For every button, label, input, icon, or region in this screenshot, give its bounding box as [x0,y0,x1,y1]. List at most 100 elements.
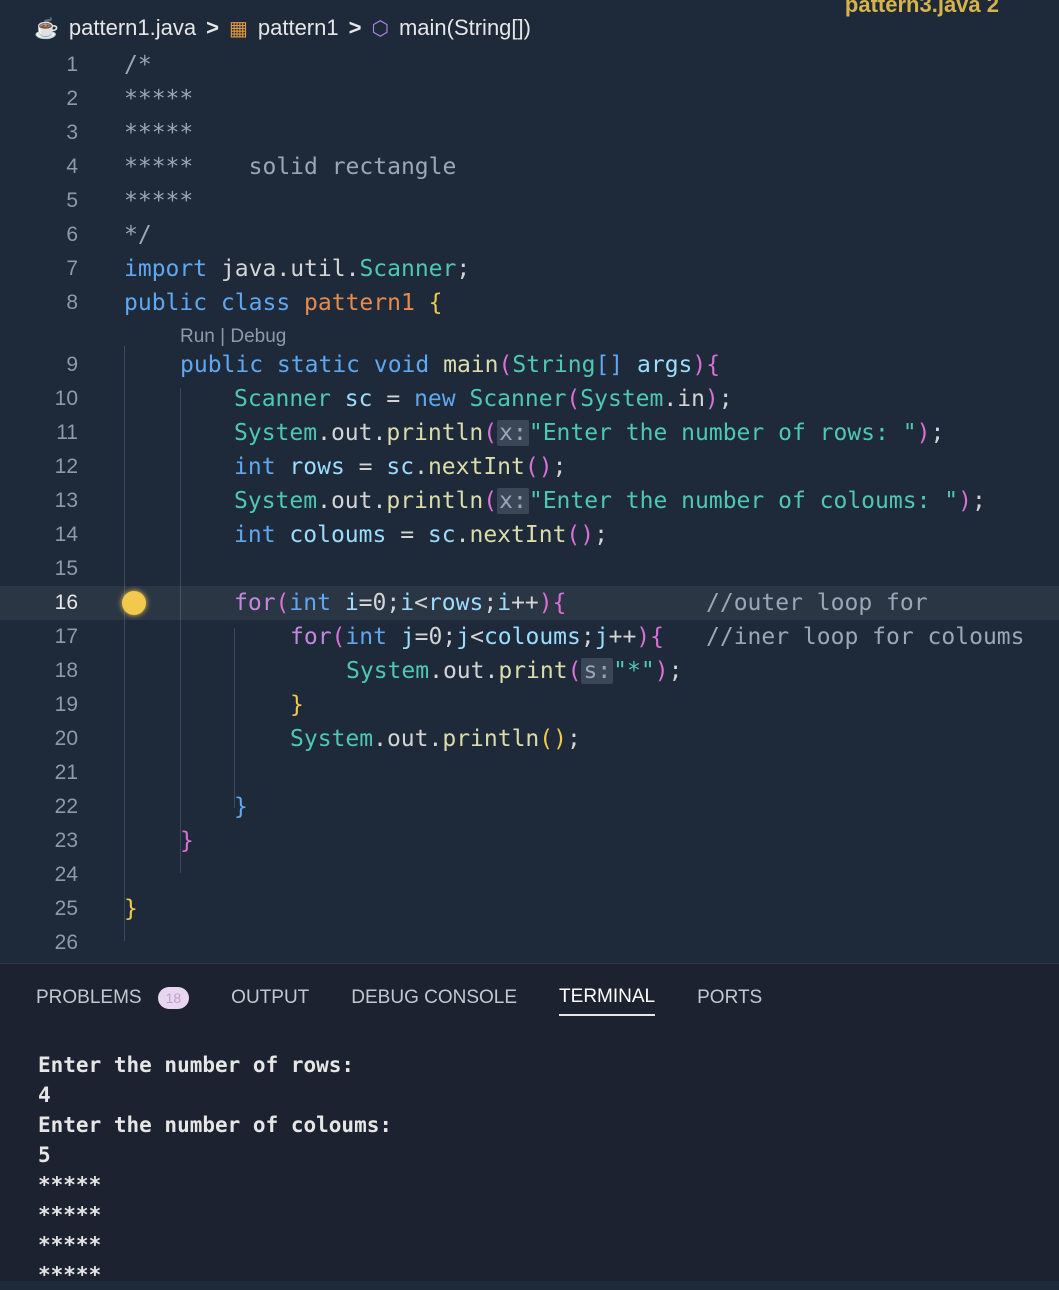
line-number: 21 [54,761,78,784]
code-line[interactable]: 3 ***** [0,116,1059,150]
code-line[interactable]: 24 [0,858,1059,892]
line-number: 8 [66,291,78,314]
line-number: 18 [54,659,78,682]
code-text: ***** solid rectangle [124,154,457,180]
line-number: 9 [66,353,78,376]
code-line[interactable]: 26 [0,926,1059,960]
code-text: ***** [124,188,194,214]
java-icon: ☕ [34,17,59,40]
terminal-line: ***** [38,1203,102,1227]
code-text: import java.util.Scanner; [124,256,471,282]
code-text: Scanner sc = new Scanner(System.in); [234,386,733,412]
terminal-line: 5 [38,1143,51,1167]
code-line[interactable]: 23 } [0,824,1059,858]
problems-count-badge: 18 [157,986,190,1009]
code-text: } [234,794,248,820]
code-line[interactable]: 19 } [0,688,1059,722]
breadcrumb-class[interactable]: pattern1 [258,15,339,41]
code-text: } [124,896,138,922]
tab-debug-console[interactable]: DEBUG CONSOLE [351,987,517,1015]
tab-problems[interactable]: PROBLEMS 18 [36,986,190,1015]
code-line[interactable]: 6 */ [0,218,1059,252]
code-text: System.out.println(x:"Enter the number o… [234,488,986,514]
code-line[interactable]: 14 int coloums = sc.nextInt(); [0,518,1059,552]
code-line[interactable]: 4 ***** solid rectangle [0,150,1059,184]
code-text: for(int i=0;i<rows;i++){ [234,590,567,616]
code-text: int rows = sc.nextInt(); [234,454,567,480]
code-line[interactable]: 1 /* [0,48,1059,82]
line-number: 5 [66,189,78,212]
code-line[interactable]: 17 for(int j=0;j<coloums;j++){ //iner lo… [0,620,1059,654]
tab-output[interactable]: OUTPUT [231,987,309,1015]
code-line[interactable]: 21 [0,756,1059,790]
breadcrumb-method[interactable]: main(String[]) [399,15,531,41]
code-line[interactable]: 20 System.out.println(); [0,722,1059,756]
code-line[interactable]: 12 int rows = sc.nextInt(); [0,450,1059,484]
code-editor[interactable]: 1 /* 2 ***** 3 ***** 4 ***** solid recta… [0,48,1059,963]
line-number: 14 [54,523,78,546]
line-number: 10 [54,387,78,410]
code-text: /* [124,52,152,78]
code-text: System.out.print(s:"*"); [346,658,683,684]
code-line[interactable]: 11 System.out.println(x:"Enter the numbe… [0,416,1059,450]
code-text: public static void main(String[] args){ [180,352,721,378]
code-line[interactable]: 9 public static void main(String[] args)… [0,348,1059,382]
line-number: 19 [54,693,78,716]
line-number: 13 [54,489,78,512]
line-number: 24 [54,863,78,886]
code-line-active[interactable]: 16 for(int i=0;i<rows;i++){ //outer loop… [0,586,1059,620]
other-tab-filename[interactable]: pattern3.java 2 [845,0,999,18]
line-number: 25 [54,897,78,920]
code-line[interactable]: 7 import java.util.Scanner; [0,252,1059,286]
code-text: */ [124,222,152,248]
code-text: ***** [124,120,194,146]
code-text: System.out.println(x:"Enter the number o… [234,420,945,446]
panel-tabs: PROBLEMS 18 OUTPUT DEBUG CONSOLE TERMINAL… [36,986,762,1016]
line-number: 11 [56,421,78,444]
tab-terminal[interactable]: TERMINAL [559,986,656,1016]
tab-label: PROBLEMS [36,987,142,1008]
line-number: 4 [66,155,78,178]
code-text: System.out.println(); [290,726,581,752]
code-text: } [180,828,194,854]
terminal-line: ***** [38,1173,102,1197]
code-line[interactable]: 10 Scanner sc = new Scanner(System.in); [0,382,1059,416]
terminal-line: ***** [38,1263,102,1287]
line-number: 17 [54,625,78,648]
line-number: 1 [66,53,78,76]
lightbulb-icon[interactable] [122,591,146,615]
line-number: 23 [54,829,78,852]
code-comment: //iner loop for coloums [706,624,1025,650]
code-line[interactable]: 13 System.out.println(x:"Enter the numbe… [0,484,1059,518]
breadcrumb-file[interactable]: pattern1.java [69,15,196,41]
line-number: 15 [54,557,78,580]
code-line[interactable]: 5 ***** [0,184,1059,218]
terminal-line: Enter the number of coloums: [38,1113,393,1137]
line-number: 3 [66,121,78,144]
code-comment: //outer loop for [706,590,928,616]
code-text: for(int j=0;j<coloums;j++){ [290,624,664,650]
code-line[interactable]: 18 System.out.print(s:"*"); [0,654,1059,688]
bottom-panel: PROBLEMS 18 OUTPUT DEBUG CONSOLE TERMINAL… [0,963,1059,1287]
breadcrumb: ☕ pattern1.java > ▦ pattern1 > ⬡ main(St… [34,8,531,48]
chevron-right-icon: > [348,15,362,40]
line-number: 2 [66,87,78,110]
code-text: } [290,692,304,718]
line-number: 22 [54,795,78,818]
code-line[interactable]: 8 public class pattern1 { [0,286,1059,320]
code-line[interactable]: 15 [0,552,1059,586]
terminal-line: Enter the number of rows: [38,1053,355,1077]
method-icon: ⬡ [371,17,389,40]
tab-ports[interactable]: PORTS [697,987,762,1015]
run-debug-codelens[interactable]: Run | Debug [180,326,286,348]
code-line[interactable]: 22 } [0,790,1059,824]
code-text: int coloums = sc.nextInt(); [234,522,608,548]
line-number: 7 [66,257,78,280]
code-text: ***** [124,86,194,112]
terminal-line: 4 [38,1083,51,1107]
code-line[interactable]: 25 } [0,892,1059,926]
terminal-output[interactable]: Enter the number of rows: 4 Enter the numb… [38,1050,392,1290]
line-number: 26 [54,931,78,954]
code-line[interactable]: 2 ***** [0,82,1059,116]
code-text: public class pattern1 { [124,290,443,316]
